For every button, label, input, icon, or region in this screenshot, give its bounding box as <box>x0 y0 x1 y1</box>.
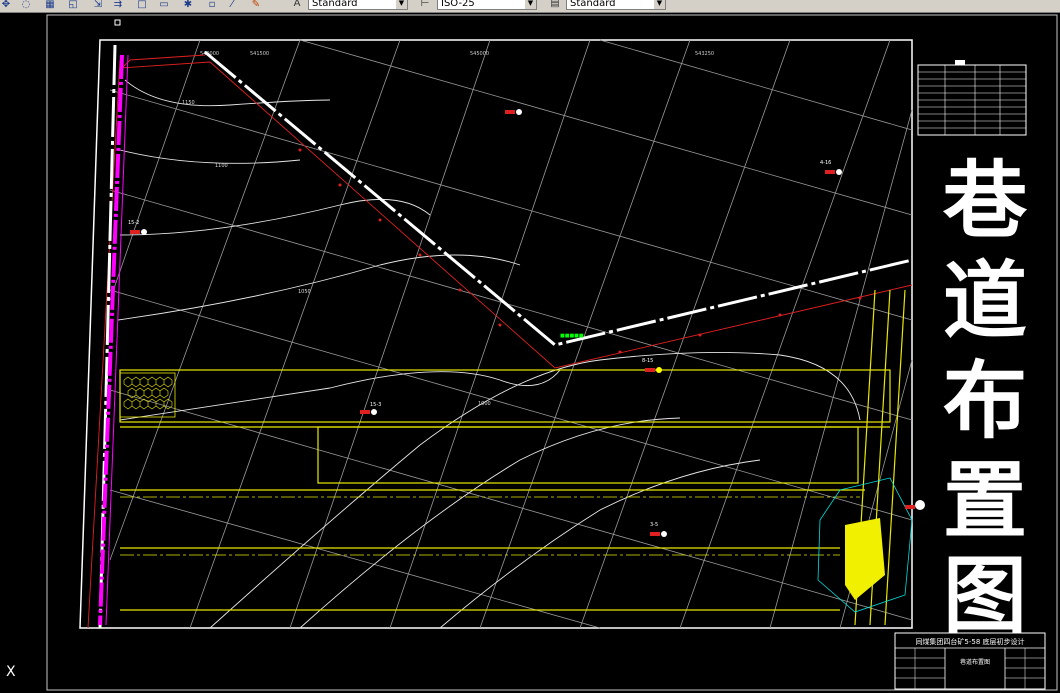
title-block-header: 同煤集团四台矿5-58 底层初步设计 <box>915 637 1024 646</box>
ucs-icon: X <box>6 664 16 680</box>
table-style-icon: ▤ <box>550 0 560 9</box>
magenta-boundary <box>98 54 124 626</box>
chevron-down-icon[interactable]: ▼ <box>396 0 407 9</box>
coordinate-grid <box>109 39 913 629</box>
roadways <box>119 289 906 626</box>
zoom-extents-icon[interactable]: ◱ <box>67 0 79 11</box>
pan-icon[interactable]: ▫ <box>206 0 218 11</box>
contour-label: 1000 <box>478 401 491 407</box>
line-icon[interactable]: ⁄ <box>226 0 238 11</box>
cad-toolbar: ✥ ◌ ▦ ◱ ⇲ ⇉ □ ▭ ✱ ▫ ⁄ ✎ A Standard ▼ ⊢ I… <box>0 0 1060 13</box>
title-char: 道 <box>943 252 1027 350</box>
table-style-value: Standard <box>570 0 616 9</box>
contour-lines <box>117 79 861 629</box>
borehole-label: 8-15 <box>642 358 653 364</box>
viewport-grip[interactable] <box>114 19 121 26</box>
chevron-down-icon[interactable]: ▼ <box>525 0 536 9</box>
dim-style-value: ISO-25 <box>441 0 475 9</box>
title-char: 图 <box>943 547 1027 645</box>
zoom-previous-icon[interactable]: ⇉ <box>112 0 124 11</box>
roadway-centerlines <box>120 496 860 556</box>
orbit-icon[interactable]: ◌ <box>20 0 32 11</box>
title-block-name: 巷道布置图 <box>960 658 990 666</box>
gear-icon[interactable]: ✱ <box>182 0 194 11</box>
boundary-markers <box>298 148 862 354</box>
vertical-title: 巷 道 布 置 图 <box>942 152 1028 645</box>
borehole-label: 4-16 <box>820 160 831 166</box>
grid-label: 543250 <box>695 51 714 57</box>
box2-icon[interactable]: ▭ <box>158 0 170 11</box>
table-style-select[interactable]: Standard ▼ <box>566 0 666 10</box>
zoom-window-icon[interactable]: ⇲ <box>92 0 104 11</box>
borehole-markers <box>130 109 915 537</box>
dim-style-select[interactable]: ISO-25 ▼ <box>437 0 537 10</box>
hex-hatch <box>123 376 173 410</box>
contour-label: 1150 <box>182 100 195 106</box>
contour-label: 1050 <box>298 289 311 295</box>
match-properties-icon[interactable]: ✎ <box>250 0 262 11</box>
title-char: 布 <box>943 352 1027 450</box>
borehole-label: 3-5 <box>650 522 658 528</box>
drawing-canvas[interactable]: 540000 541500 545000 543250 1150 1100 10… <box>0 13 1060 693</box>
chevron-down-icon[interactable]: ▼ <box>654 0 665 9</box>
shaft-yard <box>845 518 885 600</box>
dim-style-icon: ⊢ <box>420 0 430 9</box>
borehole-label: 15-3 <box>370 402 381 408</box>
contour-label: 1100 <box>215 163 228 169</box>
mine-boundary <box>87 54 913 629</box>
drawing-border <box>79 39 913 629</box>
title-char: 置 <box>943 452 1027 550</box>
green-annotation: ■■■■■ <box>560 333 584 339</box>
grid-label: 545000 <box>470 51 489 57</box>
move-icon[interactable]: ✥ <box>0 0 12 11</box>
title-char: 巷 <box>942 152 1028 250</box>
text-style-select[interactable]: Standard ▼ <box>308 0 408 10</box>
shaft-marker <box>915 500 925 510</box>
text-style-value: Standard <box>312 0 358 9</box>
borehole-label: 15-2 <box>128 220 139 226</box>
box-icon[interactable]: □ <box>136 0 148 11</box>
legend-table <box>917 60 1027 136</box>
text-style-icon: A <box>293 0 301 9</box>
grid-label: 541500 <box>250 51 269 57</box>
white-dashed-boundary <box>98 44 913 629</box>
save-icon[interactable]: ▦ <box>44 0 56 11</box>
